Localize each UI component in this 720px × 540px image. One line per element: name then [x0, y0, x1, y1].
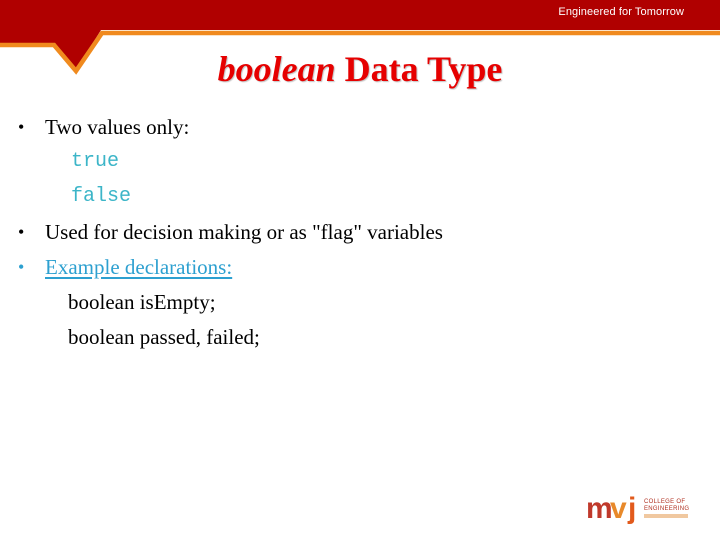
logo-line-2: ENGINEERING: [644, 506, 690, 512]
bullet-item: • Example declarations:: [18, 252, 698, 287]
code-value: false: [18, 182, 698, 217]
slide-title: boolean Data Type: [0, 48, 720, 90]
bullet-text: Two values only:: [45, 115, 190, 139]
bullet-icon: •: [18, 222, 25, 242]
declaration-line: boolean passed, failed;: [18, 322, 698, 357]
logo-line-1: COLLEGE OF: [644, 499, 686, 505]
code-true: true: [71, 150, 120, 173]
slide-content: • Two values only: true false • Used for…: [18, 112, 698, 357]
code-value: true: [18, 147, 698, 182]
title-keyword: boolean: [217, 49, 336, 89]
logo-letter-j: j: [628, 492, 637, 525]
logo-tagline-bar: [644, 514, 688, 518]
logo-letter-m: m: [586, 492, 613, 525]
title-rest: Data Type: [335, 49, 503, 89]
example-declarations-link[interactable]: Example declarations:: [45, 252, 232, 282]
declaration-text: boolean isEmpty;: [68, 290, 216, 314]
bullet-icon: •: [18, 257, 25, 277]
logo-letter-v: v: [610, 492, 627, 525]
declaration-line: boolean isEmpty;: [18, 287, 698, 322]
bullet-icon: •: [18, 117, 25, 137]
logo-college-name: COLLEGE OF ENGINEERING: [644, 499, 689, 513]
bullet-text: Used for decision making or as "flag" va…: [45, 220, 443, 244]
tagline: Engineered for Tomorrow: [558, 6, 684, 18]
code-false: false: [71, 185, 132, 208]
bullet-item: • Two values only:: [18, 112, 698, 147]
declaration-text: boolean passed, failed;: [68, 325, 260, 349]
bullet-item: • Used for decision making or as "flag" …: [18, 217, 698, 252]
mvj-logo: m v j COLLEGE OF ENGINEERING: [586, 490, 696, 530]
